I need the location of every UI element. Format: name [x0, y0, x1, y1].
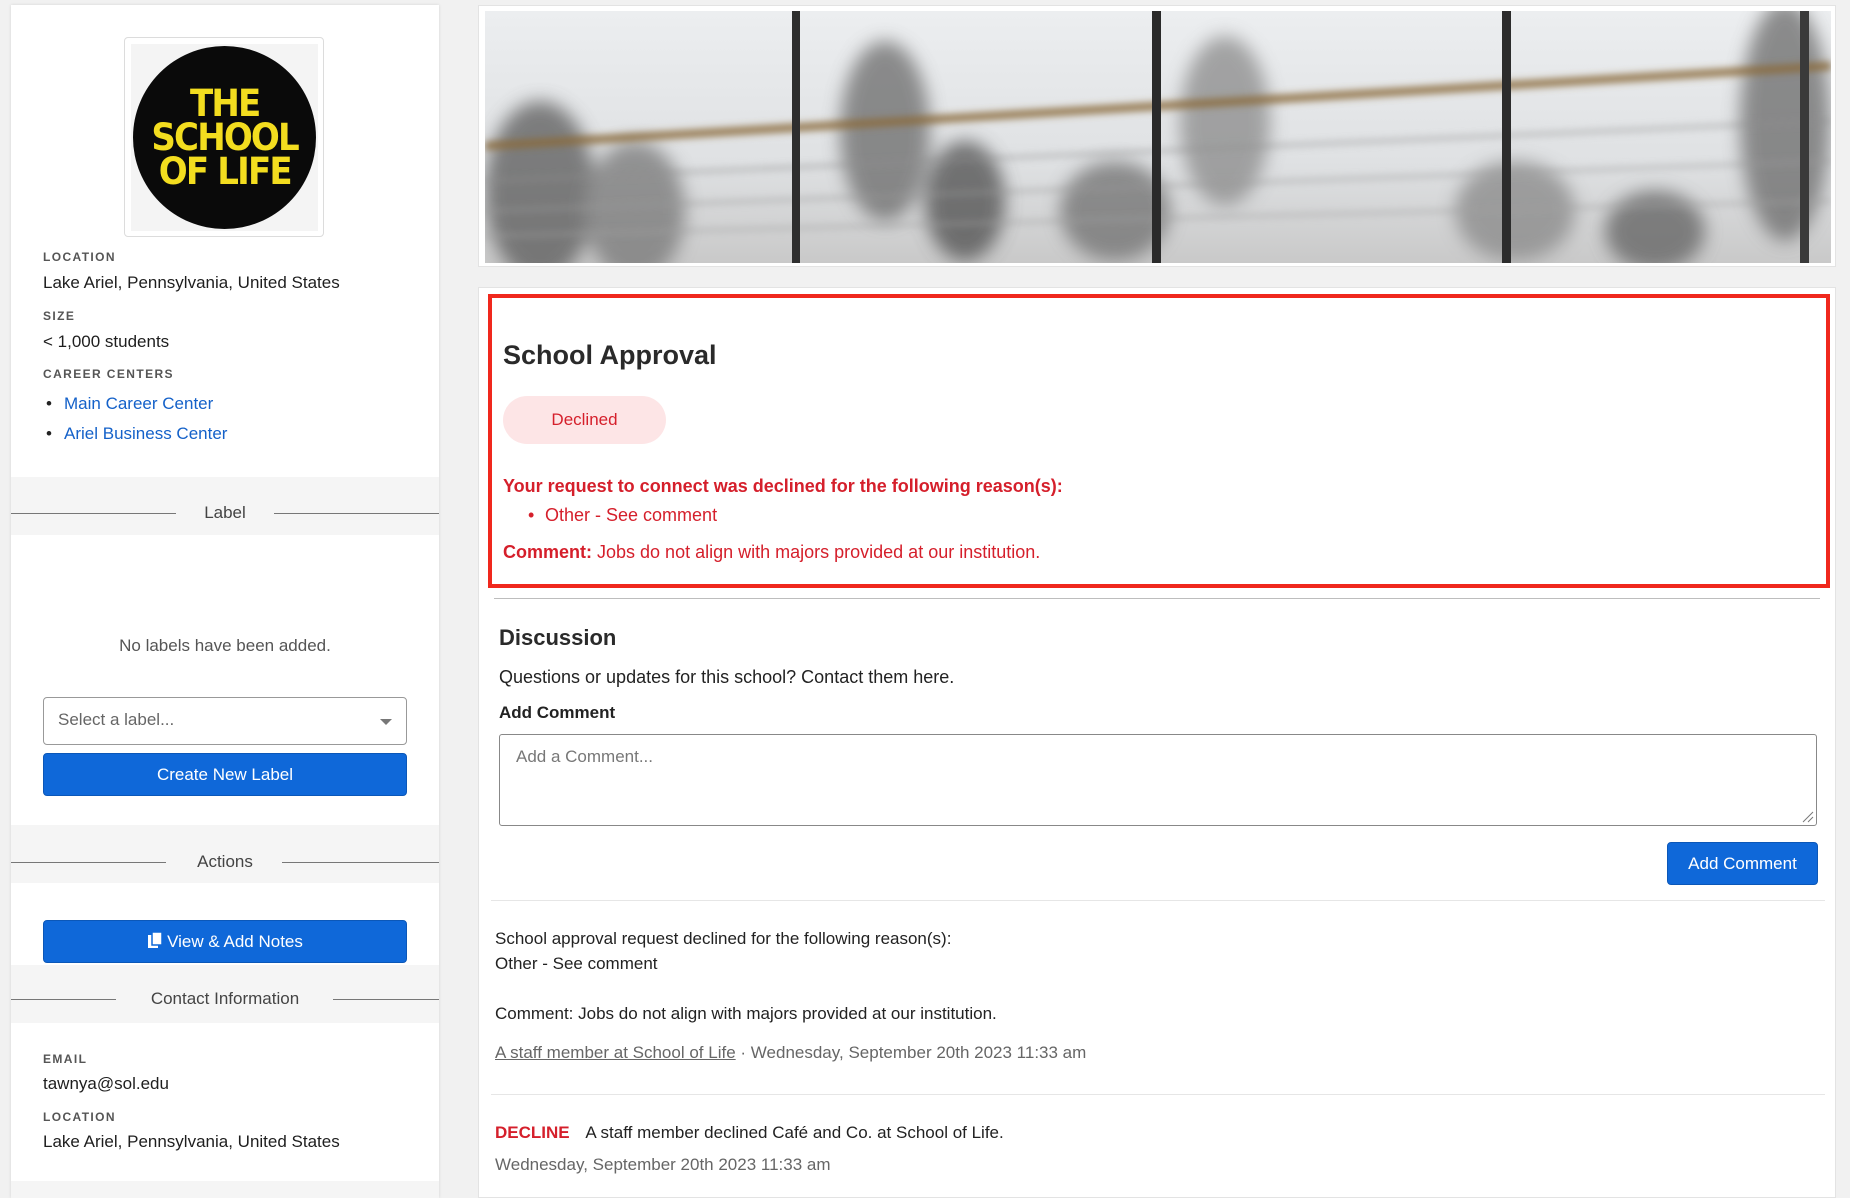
divider [494, 598, 1820, 599]
meta-separator: · [740, 1043, 747, 1062]
hero-banner-image [485, 11, 1831, 263]
label-select[interactable]: Select a label... [43, 697, 407, 745]
decline-reason-list: Other - See comment [528, 502, 717, 528]
feed-item-line: Comment: Jobs do not align with majors p… [495, 1004, 997, 1023]
no-labels-text: No labels have been added. [119, 636, 331, 655]
actions-section-title: Actions [197, 852, 253, 871]
feed-timestamp: Wednesday, September 20th 2023 11:33 am [495, 1155, 831, 1174]
actions-section-header: Actions [11, 850, 439, 874]
contact-section-header: Contact Information [11, 987, 439, 1011]
feed-timestamp: Wednesday, September 20th 2023 11:33 am [750, 1043, 1087, 1062]
label-section-title: Label [204, 503, 246, 522]
career-centers-list: Main Career Center Ariel Business Center [43, 389, 227, 449]
label-section-header: Label [11, 501, 439, 525]
decline-reason-heading: Your request to connect was declined for… [503, 476, 1063, 496]
staircase-photo [485, 11, 1831, 263]
feed-item-meta: A staff member at School of Life · Wedne… [495, 1043, 1086, 1063]
contact-section-title: Contact Information [150, 989, 300, 1008]
decline-comment-label: Comment: [503, 542, 592, 562]
comment-placeholder: Add a Comment... [516, 747, 654, 766]
decline-comment-text: Jobs do not align with majors provided a… [597, 542, 1041, 562]
feed-item-decline: DECLINE A staff member declined Café and… [495, 1123, 1004, 1143]
logo-text-line: OF LIFE [158, 149, 292, 193]
label-select-placeholder: Select a label... [58, 710, 175, 729]
location-value: Lake Ariel, Pennsylvania, United States [43, 273, 340, 292]
size-label: SIZE [43, 309, 76, 323]
school-sidebar: THE SCHOOL OF LIFE LOCATION Lake Ariel, … [11, 5, 439, 1198]
comment-textarea[interactable]: Add a Comment... [499, 734, 1817, 826]
email-label: EMAIL [43, 1052, 88, 1066]
add-comment-label: Add Comment [499, 703, 616, 722]
feed-item-line: Other - See comment [495, 954, 658, 973]
chevron-down-icon [380, 719, 392, 725]
career-center-link[interactable]: Main Career Center [43, 389, 227, 419]
status-badge: Declined [503, 396, 666, 444]
contact-location-value: Lake Ariel, Pennsylvania, United States [43, 1132, 340, 1151]
notes-icon [148, 931, 163, 948]
feed-author-link[interactable]: A staff member at School of Life [495, 1043, 736, 1062]
feed-item-line: School approval request declined for the… [495, 929, 952, 948]
decline-tag: DECLINE [495, 1123, 570, 1142]
school-logo: THE SCHOOL OF LIFE [124, 37, 324, 237]
discussion-subtitle: Questions or updates for this school? Co… [499, 667, 955, 687]
size-value: < 1,000 students [43, 332, 170, 351]
contact-location-label: LOCATION [43, 1110, 116, 1124]
add-comment-button[interactable]: Add Comment [1667, 842, 1818, 885]
approval-title: School Approval [503, 340, 717, 370]
resize-handle-icon [1802, 811, 1814, 823]
school-logo-circle: THE SCHOOL OF LIFE [133, 46, 316, 229]
feed-item-text: A staff member declined Café and Co. at … [585, 1123, 1004, 1142]
school-approval-panel: School Approval Declined Your request to… [488, 294, 1830, 588]
discussion-title: Discussion [499, 625, 617, 650]
view-add-notes-label: View & Add Notes [167, 932, 303, 951]
decline-reason-item: Other - See comment [528, 502, 717, 528]
divider [491, 900, 1825, 901]
career-centers-label: CAREER CENTERS [43, 367, 174, 381]
email-value: tawnya@sol.edu [43, 1074, 169, 1093]
location-label: LOCATION [43, 250, 116, 264]
career-center-link[interactable]: Ariel Business Center [43, 419, 227, 449]
view-add-notes-button[interactable]: View & Add Notes [43, 920, 407, 963]
main-card: School Approval Declined Your request to… [478, 287, 1836, 1198]
create-label-button[interactable]: Create New Label [43, 753, 407, 796]
hero-card [478, 5, 1836, 267]
divider [491, 1094, 1825, 1095]
decline-comment: Comment: Jobs do not align with majors p… [503, 542, 1040, 563]
